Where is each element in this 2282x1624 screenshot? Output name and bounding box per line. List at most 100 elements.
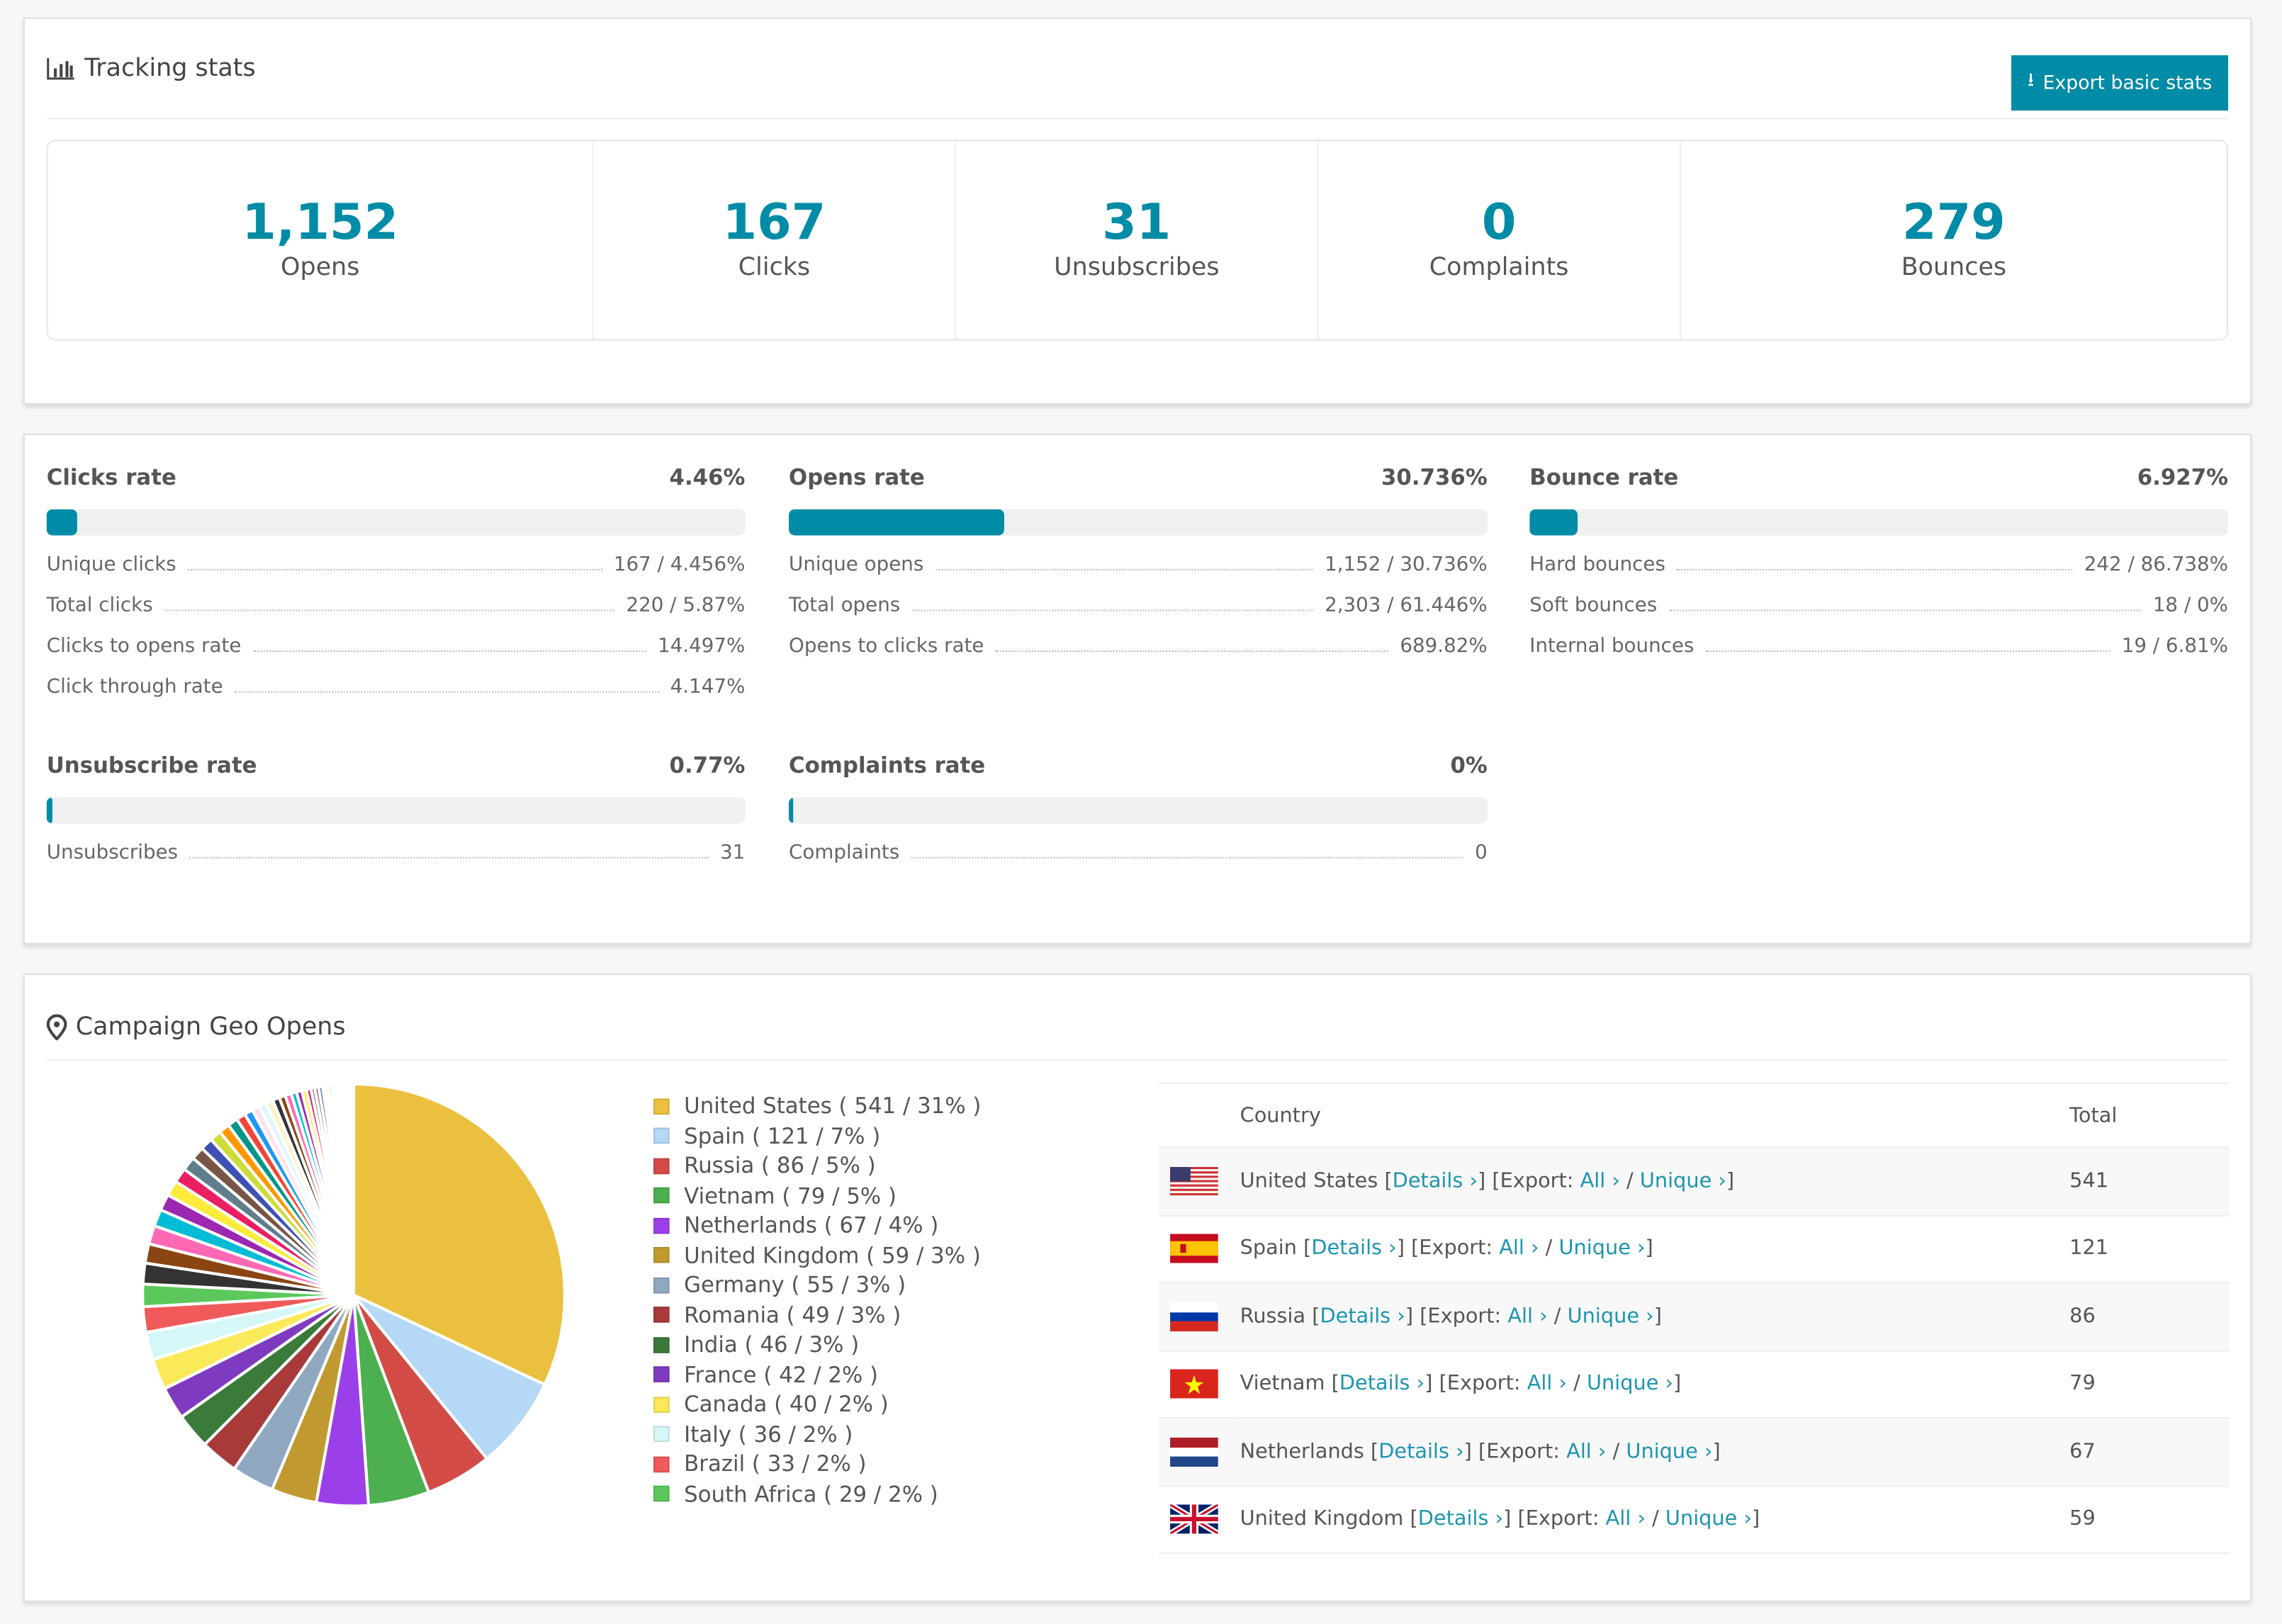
stat-value: 1,152: [242, 193, 399, 252]
card-title: Tracking stats: [47, 54, 256, 83]
stat-row: Internal bounces 19 / 6.81%: [1529, 633, 2228, 658]
rate-value: 30.736%: [1381, 464, 1488, 491]
row-value: 167 / 4.456%: [613, 553, 746, 577]
divider: [46, 1059, 2229, 1061]
button-label: Export basic stats: [2042, 72, 2213, 94]
row-label: Total clicks: [46, 593, 153, 617]
rate-title: Opens rate: [789, 464, 925, 491]
legend-item[interactable]: Italy ( 36 / 2% ): [653, 1419, 981, 1449]
legend-item[interactable]: United States ( 541 / 31% ): [653, 1091, 981, 1121]
details-link[interactable]: Details ›: [1311, 1237, 1396, 1261]
pie-legend: United States ( 541 / 31% ) Spain ( 121 /…: [653, 1091, 981, 1509]
export-unique-link[interactable]: Unique ›: [1559, 1237, 1646, 1261]
row-value: 31: [720, 840, 746, 864]
legend-item[interactable]: Germany ( 55 / 3% ): [653, 1270, 981, 1300]
row-label: Internal bounces: [1529, 634, 1694, 658]
export-label: [Export:: [1420, 1304, 1508, 1329]
flag-ru-icon: [1158, 1282, 1240, 1350]
stat-label: Complaints: [1429, 253, 1569, 283]
table-row: United States [Details ›] [Export: All ›…: [1158, 1146, 2230, 1215]
row-label: Total opens: [789, 593, 901, 617]
export-unique-link[interactable]: Unique ›: [1587, 1372, 1673, 1396]
export-all-link[interactable]: All ›: [1527, 1372, 1567, 1396]
export-basic-stats-button[interactable]: ⭳ Export basic stats: [2011, 55, 2229, 111]
bar-chart-icon: [47, 58, 74, 80]
row-value: 0: [1475, 840, 1488, 864]
legend-item[interactable]: Vietnam ( 79 / 5% ): [653, 1180, 981, 1210]
legend-item[interactable]: United Kingdom ( 59 / 3% ): [653, 1241, 981, 1270]
country-total: 79: [2069, 1349, 2230, 1419]
stat-value: 279: [1902, 193, 2006, 252]
country-total: 121: [2069, 1214, 2230, 1283]
details-link[interactable]: Details ›: [1393, 1170, 1478, 1193]
export-all-link[interactable]: All ›: [1606, 1508, 1646, 1531]
export-all-link[interactable]: All ›: [1580, 1170, 1620, 1193]
legend-label: Brazil ( 33 / 2% ): [684, 1450, 867, 1477]
progress-bar: [789, 797, 1488, 824]
rate-title: Unsubscribe rate: [46, 752, 257, 779]
rate-block: Clicks rate 4.46% Unique clicks 167 / 4.45…: [46, 464, 746, 699]
rate-value: 4.46%: [669, 464, 746, 491]
legend-swatch: [653, 1217, 670, 1234]
stat-opens: 1,152 Opens: [48, 141, 594, 339]
details-link[interactable]: Details ›: [1320, 1305, 1405, 1329]
export-all-link[interactable]: All ›: [1499, 1237, 1539, 1261]
stat-clicks: 167 Clicks: [594, 141, 957, 339]
progress-bar: [1529, 509, 2229, 536]
stat-row: Clicks to opens rate 14.497%: [47, 633, 746, 658]
legend-item[interactable]: Russia ( 86 / 5% ): [653, 1151, 981, 1180]
details-link[interactable]: Details ›: [1339, 1372, 1424, 1396]
progress-bar: [46, 797, 746, 824]
stat-value: 31: [1102, 193, 1171, 252]
geo-table-wrap: Country Total United States [Details ›] […: [1158, 1082, 2230, 1572]
table-row: Vietnam [Details ›] [Export: All › / Uni…: [1158, 1349, 2230, 1419]
stat-row: Unique clicks 167 / 4.456%: [47, 551, 746, 576]
progress-bar: [46, 509, 746, 536]
export-unique-link[interactable]: Unique ›: [1626, 1440, 1712, 1464]
export-all-link[interactable]: All ›: [1566, 1440, 1606, 1464]
legend-item[interactable]: Canada ( 40 / 2% ): [653, 1389, 981, 1419]
export-label: [Export:: [1517, 1508, 1606, 1531]
export-unique-link[interactable]: Unique ›: [1640, 1170, 1726, 1193]
legend-item[interactable]: France ( 42 / 2% ): [653, 1360, 981, 1389]
country-total: 67: [2069, 1417, 2230, 1486]
row-label: Soft bounces: [1529, 593, 1658, 617]
export-label: [Export:: [1411, 1237, 1500, 1261]
export-label: [Export:: [1492, 1169, 1580, 1193]
tracking-stats-card: Tracking stats ⭳ Export basic stats 1,152…: [23, 17, 2252, 405]
country-name: United States: [1240, 1169, 1378, 1193]
progress-fill: [789, 509, 1004, 536]
legend-swatch: [653, 1307, 670, 1324]
row-label: Hard bounces: [1529, 553, 1665, 577]
download-icon: ⭳: [2027, 69, 2035, 92]
export-unique-link[interactable]: Unique ›: [1568, 1305, 1654, 1329]
legend-label: United States ( 541 / 31% ): [684, 1093, 982, 1120]
legend-label: Canada ( 40 / 2% ): [684, 1391, 889, 1418]
stat-row: Unsubscribes 31: [47, 840, 746, 864]
export-unique-link[interactable]: Unique ›: [1665, 1508, 1752, 1531]
flag-gb-icon: [1158, 1484, 1240, 1554]
row-value: 4.147%: [670, 675, 746, 699]
row-value: 19 / 6.81%: [2121, 634, 2229, 658]
legend-item[interactable]: Brazil ( 33 / 2% ): [653, 1449, 981, 1479]
legend-label: Russia ( 86 / 5% ): [684, 1152, 876, 1179]
details-link[interactable]: Details ›: [1378, 1440, 1463, 1464]
row-label: Complaints: [789, 840, 900, 864]
stat-row: Total opens 2,303 / 61.446%: [789, 592, 1488, 617]
legend-swatch: [653, 1366, 670, 1383]
legend-item[interactable]: Romania ( 49 / 3% ): [653, 1300, 981, 1330]
legend-item[interactable]: India ( 46 / 3% ): [653, 1330, 981, 1360]
legend-swatch: [653, 1486, 670, 1502]
pie-slice-other[interactable]: [351, 1082, 356, 1295]
progress-fill: [789, 797, 794, 824]
legend-item[interactable]: Netherlands ( 67 / 4% ): [653, 1211, 981, 1241]
progress-fill: [46, 797, 52, 824]
legend-swatch: [653, 1336, 670, 1353]
export-label: [Export:: [1478, 1440, 1567, 1464]
legend-item[interactable]: South Africa ( 29 / 2% ): [653, 1479, 981, 1509]
row-value: 14.497%: [658, 634, 746, 658]
export-all-link[interactable]: All ›: [1507, 1305, 1547, 1329]
stat-label: Unsubscribes: [1054, 253, 1220, 283]
legend-item[interactable]: Spain ( 121 / 7% ): [653, 1121, 981, 1151]
details-link[interactable]: Details ›: [1418, 1508, 1503, 1531]
